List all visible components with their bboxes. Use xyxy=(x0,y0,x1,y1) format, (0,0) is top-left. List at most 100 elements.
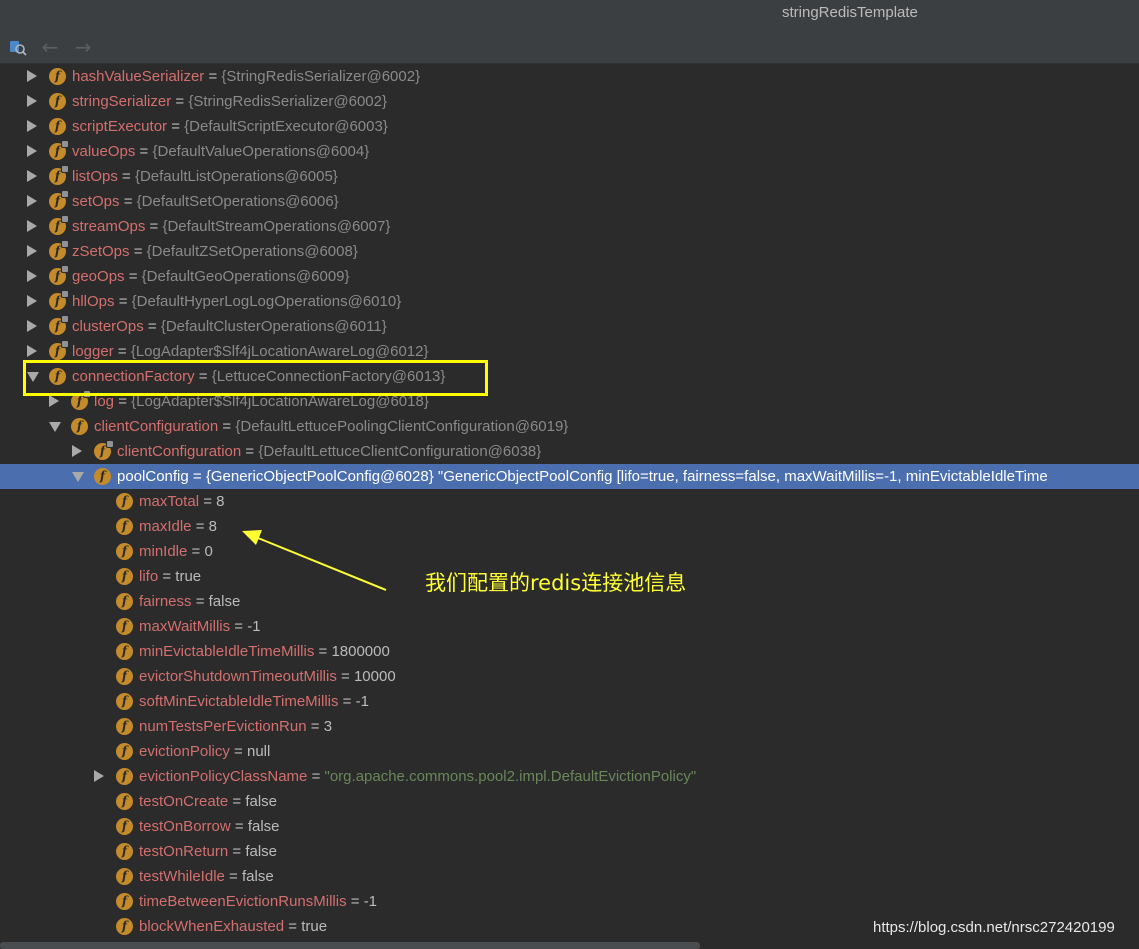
equals-sign: = xyxy=(114,293,132,310)
field-icon: f xyxy=(116,643,133,660)
equals-sign: = xyxy=(129,243,147,260)
field-text: maxTotal = 8 xyxy=(139,492,224,511)
field-text: softMinEvictableIdleTimeMillis = -1 xyxy=(139,692,369,711)
tree-row-zSetOps[interactable]: f zSetOps = {DefaultZSetOperations@6008} xyxy=(0,239,1139,264)
tree-row-stringSerializer[interactable]: f stringSerializer = {StringRedisSerializ… xyxy=(0,89,1139,114)
field-icon: f xyxy=(116,668,133,685)
field-value: {DefaultClusterOperations@6011} xyxy=(160,318,387,335)
horizontal-scrollbar[interactable] xyxy=(0,942,700,949)
tree-row-numTestsPerEvictionRun[interactable]: f numTestsPerEvictionRun = 3 xyxy=(0,714,1139,739)
field-text: evictorShutdownTimeoutMillis = 10000 xyxy=(139,667,396,686)
tree-row-maxTotal[interactable]: f maxTotal = 8 xyxy=(0,489,1139,514)
tree-row-valueOps[interactable]: f valueOps = {DefaultValueOperations@6004… xyxy=(0,139,1139,164)
back-arrow-icon[interactable]: ← xyxy=(38,35,62,59)
tree-row-evictionPolicyClassName[interactable]: f evictionPolicyClassName = "org.apache.c… xyxy=(0,764,1139,789)
tree-row-testOnBorrow[interactable]: f testOnBorrow = false xyxy=(0,814,1139,839)
field-text: clientConfiguration = {DefaultLettucePoo… xyxy=(94,417,568,436)
equals-sign: = xyxy=(241,443,259,460)
field-name: minIdle xyxy=(139,543,188,560)
expand-arrow-icon[interactable] xyxy=(27,320,37,332)
debugger-toolbar: ← → xyxy=(0,30,1139,64)
field-name: numTestsPerEvictionRun xyxy=(139,718,307,735)
variables-icon[interactable] xyxy=(6,35,30,59)
tree-row-listOps[interactable]: f listOps = {DefaultListOperations@6005} xyxy=(0,164,1139,189)
collapse-arrow-icon[interactable] xyxy=(72,472,84,482)
tree-row-softMinEvictableIdleTimeMillis[interactable]: f softMinEvictableIdleTimeMillis = -1 xyxy=(0,689,1139,714)
tree-row-hashValueSerializer[interactable]: f hashValueSerializer = {StringRedisSeria… xyxy=(0,64,1139,89)
tree-row-clusterOps[interactable]: f clusterOps = {DefaultClusterOperations@… xyxy=(0,314,1139,339)
field-text: evictionPolicy = null xyxy=(139,742,270,761)
tree-row-clientConfiguration[interactable]: f clientConfiguration = {DefaultLettuceCl… xyxy=(0,439,1139,464)
field-icon: f xyxy=(116,568,133,585)
field-value: {DefaultZSetOperations@6008} xyxy=(146,243,358,260)
equals-sign: = xyxy=(117,168,135,185)
expand-arrow-icon[interactable] xyxy=(72,445,82,457)
tree-row-evictionPolicy[interactable]: f evictionPolicy = null xyxy=(0,739,1139,764)
equals-sign: = xyxy=(307,768,325,785)
field-text: geoOps = {DefaultGeoOperations@6009} xyxy=(72,267,350,286)
equals-sign: = xyxy=(119,193,137,210)
expand-arrow-icon[interactable] xyxy=(27,270,37,282)
field-icon: f xyxy=(49,265,69,285)
forward-arrow-glyph: → xyxy=(74,35,92,59)
field-name: fairness xyxy=(139,593,192,610)
connection-factory-highlight-box xyxy=(23,360,488,396)
field-value: false xyxy=(241,868,274,885)
expand-arrow-icon[interactable] xyxy=(49,395,59,407)
lock-icon xyxy=(61,315,69,323)
field-name: setOps xyxy=(72,193,120,210)
tree-row-minIdle[interactable]: f minIdle = 0 xyxy=(0,539,1139,564)
watermark: https://blog.csdn.net/nrsc272420199 xyxy=(873,919,1115,936)
tree-row-evictorShutdownTimeoutMillis[interactable]: f evictorShutdownTimeoutMillis = 10000 xyxy=(0,664,1139,689)
field-text: hllOps = {DefaultHyperLogLogOperations@6… xyxy=(72,292,401,311)
field-text: zSetOps = {DefaultZSetOperations@6008} xyxy=(72,242,358,261)
expand-arrow-icon[interactable] xyxy=(27,170,37,182)
field-icon: f xyxy=(116,493,133,510)
equals-sign: = xyxy=(228,793,246,810)
expand-arrow-icon[interactable] xyxy=(27,70,37,82)
field-value: false xyxy=(208,593,241,610)
tree-row-testWhileIdle[interactable]: f testWhileIdle = false xyxy=(0,864,1139,889)
field-value: {DefaultScriptExecutor@6003} xyxy=(184,118,388,135)
expand-arrow-icon[interactable] xyxy=(94,770,104,782)
field-icon: f xyxy=(49,215,69,235)
expand-arrow-icon[interactable] xyxy=(27,220,37,232)
tree-row-poolConfig[interactable]: f poolConfig = {GenericObjectPoolConfig@6… xyxy=(0,464,1139,489)
tree-row-minEvictableIdleTimeMillis[interactable]: f minEvictableIdleTimeMillis = 1800000 xyxy=(0,639,1139,664)
tree-row-clientConfiguration[interactable]: f clientConfiguration = {DefaultLettucePo… xyxy=(0,414,1139,439)
expand-arrow-icon[interactable] xyxy=(27,95,37,107)
tree-row-maxIdle[interactable]: f maxIdle = 8 xyxy=(0,514,1139,539)
tree-row-streamOps[interactable]: f streamOps = {DefaultStreamOperations@60… xyxy=(0,214,1139,239)
tree-row-testOnReturn[interactable]: f testOnReturn = false xyxy=(0,839,1139,864)
equals-sign: = xyxy=(228,843,246,860)
tree-row-hllOps[interactable]: f hllOps = {DefaultHyperLogLogOperations@… xyxy=(0,289,1139,314)
field-name: timeBetweenEvictionRunsMillis xyxy=(139,893,347,910)
tree-row-scriptExecutor[interactable]: f scriptExecutor = {DefaultScriptExecutor… xyxy=(0,114,1139,139)
field-icon: f xyxy=(49,190,69,210)
field-icon: f xyxy=(116,768,133,785)
expand-arrow-icon[interactable] xyxy=(27,145,37,157)
field-name: testOnReturn xyxy=(139,843,229,860)
field-text: numTestsPerEvictionRun = 3 xyxy=(139,717,332,736)
lock-icon xyxy=(61,165,69,173)
tree-row-geoOps[interactable]: f geoOps = {DefaultGeoOperations@6009} xyxy=(0,264,1139,289)
expand-arrow-icon[interactable] xyxy=(27,195,37,207)
variables-tree[interactable]: f hashValueSerializer = {StringRedisSeria… xyxy=(0,64,1139,949)
field-value: 8 xyxy=(216,493,225,510)
equals-sign: = xyxy=(229,743,247,760)
tree-row-timeBetweenEvictionRunsMillis[interactable]: f timeBetweenEvictionRunsMillis = -1 xyxy=(0,889,1139,914)
lock-icon xyxy=(61,340,69,348)
tree-row-testOnCreate[interactable]: f testOnCreate = false xyxy=(0,789,1139,814)
tree-row-maxWaitMillis[interactable]: f maxWaitMillis = -1 xyxy=(0,614,1139,639)
equals-sign: = xyxy=(191,593,209,610)
equals-sign: = xyxy=(191,518,209,535)
tree-row-setOps[interactable]: f setOps = {DefaultSetOperations@6006} xyxy=(0,189,1139,214)
expand-arrow-icon[interactable] xyxy=(27,245,37,257)
collapse-arrow-icon[interactable] xyxy=(49,422,61,432)
expand-arrow-icon[interactable] xyxy=(27,345,37,357)
forward-arrow-icon[interactable]: → xyxy=(71,35,95,59)
field-value: -1 xyxy=(355,693,369,710)
expand-arrow-icon[interactable] xyxy=(27,120,37,132)
field-value: {StringRedisSerializer@6002} xyxy=(188,93,387,110)
expand-arrow-icon[interactable] xyxy=(27,295,37,307)
